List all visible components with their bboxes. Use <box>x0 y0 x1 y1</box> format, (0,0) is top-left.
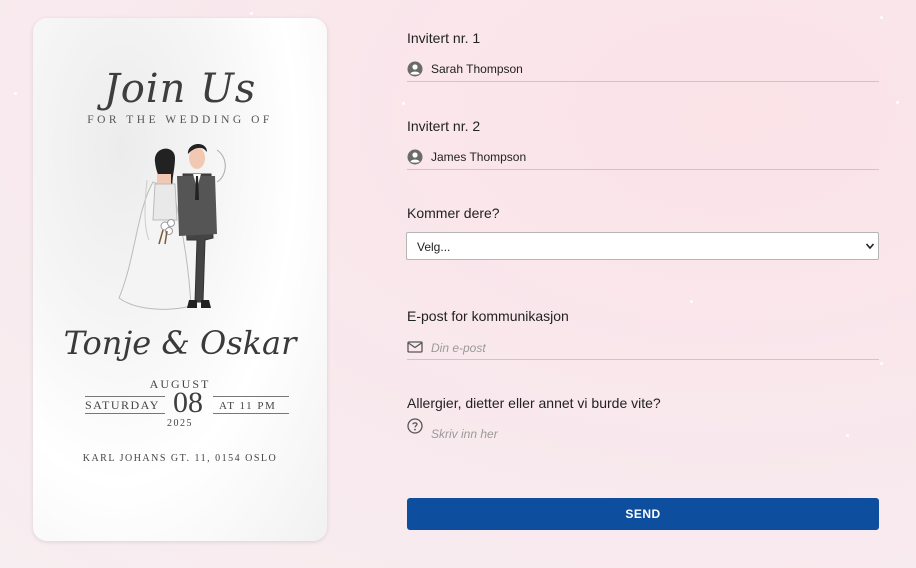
event-day: 08 <box>173 386 203 419</box>
event-year: 2025 <box>167 418 193 429</box>
invitation-card: Join Us FOR THE WEDDING OF Tonje & Oskar… <box>33 18 327 541</box>
guest1-value: Sarah Thompson <box>431 62 523 76</box>
sparkle <box>14 92 17 95</box>
sparkle <box>880 16 883 19</box>
couple-names: Tonje & Oskar <box>63 324 297 362</box>
divider <box>85 396 165 397</box>
email-label: E-post for kommunikasjon <box>407 308 569 324</box>
sparkle <box>250 12 253 15</box>
email-field[interactable]: Din e-post <box>407 337 879 360</box>
event-weekday: SATURDAY <box>85 398 160 412</box>
guest2-label: Invitert nr. 2 <box>407 118 481 134</box>
mail-icon <box>407 341 423 353</box>
attending-label: Kommer dere? <box>407 205 500 221</box>
attending-select[interactable]: Velg... <box>406 232 879 260</box>
event-time: AT 11 PM <box>219 400 277 412</box>
chevron-down-icon <box>865 243 875 250</box>
email-placeholder: Din e-post <box>431 341 486 355</box>
guest2-value: James Thompson <box>431 150 527 164</box>
send-button[interactable]: SEND <box>407 498 879 530</box>
couple-illustration <box>118 143 226 310</box>
sparkle <box>402 102 405 105</box>
divider <box>85 413 165 414</box>
sparkle <box>896 101 899 104</box>
account-circle-icon <box>407 61 423 77</box>
guest2-field[interactable]: James Thompson <box>407 147 879 170</box>
notes-label: Allergier, dietter eller annet vi burde … <box>407 395 661 411</box>
guest1-label: Invitert nr. 1 <box>407 30 481 46</box>
divider <box>213 413 289 414</box>
guest1-field[interactable]: Sarah Thompson <box>407 59 879 82</box>
sparkle <box>690 300 693 303</box>
attending-selected-value: Velg... <box>417 240 451 254</box>
divider <box>213 396 289 397</box>
invitation-headline: Join Us <box>103 66 257 112</box>
sparkle <box>880 362 883 365</box>
account-circle-icon <box>407 149 423 165</box>
notes-field[interactable]: Skriv inn her <box>407 418 879 444</box>
help-circle-icon <box>407 418 423 434</box>
date-row: SATURDAY 08 AT 11 PM <box>85 386 289 419</box>
invitation-subline: FOR THE WEDDING OF <box>87 114 273 126</box>
notes-placeholder: Skriv inn her <box>431 427 498 441</box>
event-address: KARL JOHANS GT. 11, 0154 OSLO <box>82 453 278 464</box>
